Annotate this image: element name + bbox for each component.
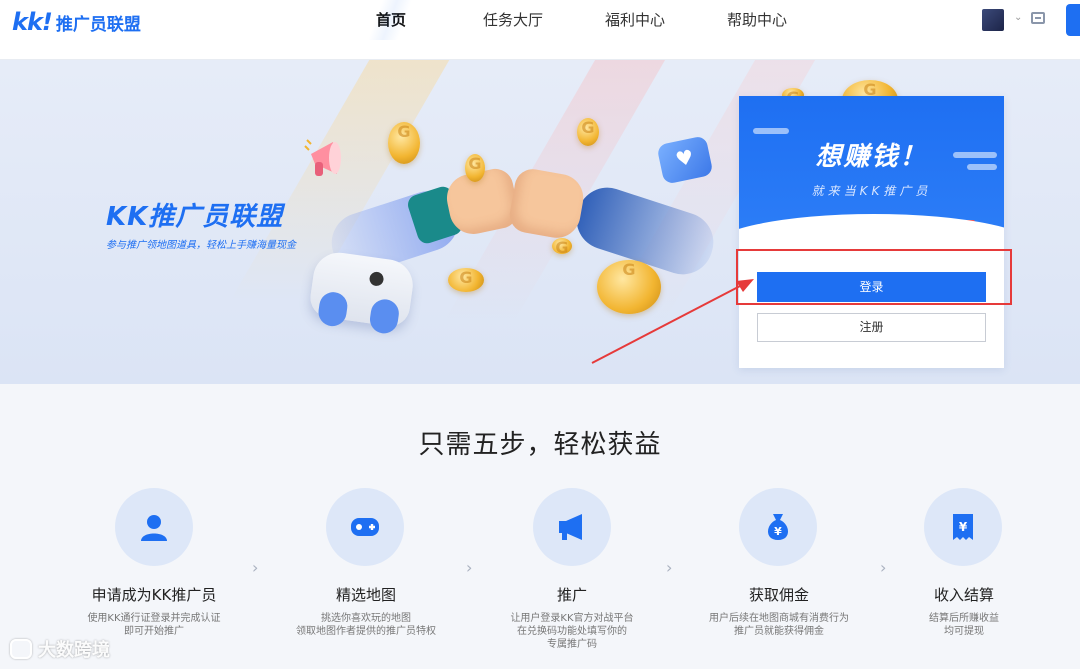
user-icon bbox=[141, 515, 167, 541]
top-header: kk! 推广员联盟 首页 任务大厅 福利中心 帮助中心 ⌄ bbox=[0, 0, 1080, 60]
step-description: 用户后续在地图商城有消费行为 推广员就能获得佣金 bbox=[689, 612, 869, 638]
banner-title: KK推广员联盟 bbox=[106, 202, 284, 232]
coin-icon bbox=[448, 268, 484, 292]
step-description: 使用KK通行证登录并完成认证 即可开始推广 bbox=[64, 612, 244, 638]
watermark-text: 大数跨境 bbox=[38, 640, 110, 661]
step-desc-line: 专属推广码 bbox=[547, 639, 597, 650]
megaphone-icon bbox=[304, 139, 341, 176]
login-card-subtitle: 就来当KK推广员 bbox=[811, 184, 932, 198]
login-card-title: 想赚钱！ bbox=[815, 142, 928, 172]
coin-icon bbox=[597, 260, 661, 314]
message-icon[interactable] bbox=[1031, 12, 1045, 24]
gamepad-icon bbox=[351, 518, 379, 536]
banner-subtitle: 参与推广领地图道具，轻松上手赚海量现金 bbox=[106, 240, 296, 251]
step-desc-line: 使用KK通行证登录并完成认证 bbox=[87, 613, 221, 624]
step-description: 挑选你喜欢玩的地图 领取地图作者提供的推广员特权 bbox=[276, 612, 456, 638]
chevron-right-icon: › bbox=[666, 558, 673, 577]
watermark: 大数跨境 bbox=[10, 636, 110, 662]
chevron-down-icon[interactable]: ⌄ bbox=[1014, 12, 1022, 23]
nav-home[interactable]: 首页 bbox=[330, 0, 452, 40]
step-desc-line: 挑选你喜欢玩的地图 bbox=[321, 613, 411, 624]
register-button[interactable]: 注册 bbox=[757, 313, 986, 342]
site-logo[interactable]: kk! 推广员联盟 bbox=[12, 8, 141, 36]
chevron-right-icon: › bbox=[252, 558, 259, 577]
gift-box-icon bbox=[915, 226, 937, 242]
login-card-header: 想赚钱！ 就来当KK推广员 bbox=[739, 96, 1004, 244]
side-tab-button[interactable] bbox=[1066, 4, 1080, 36]
megaphone-icon bbox=[559, 514, 582, 540]
svg-text:¥: ¥ bbox=[774, 525, 782, 538]
step-title: 申请成为KK推广员 bbox=[91, 586, 217, 604]
step-title: 收入结算 bbox=[933, 586, 994, 604]
nav-help-center[interactable]: 帮助中心 bbox=[696, 0, 818, 40]
nav-task-hall[interactable]: 任务大厅 bbox=[452, 0, 574, 40]
step-desc-line: 让用户登录KK官方对战平台 bbox=[510, 613, 634, 624]
step-desc-line: 结算后所赚收益 bbox=[929, 613, 999, 624]
annotation-highlight-box bbox=[736, 249, 1012, 305]
money-bag-icon: ¥ bbox=[768, 514, 788, 540]
chevron-right-icon: › bbox=[466, 558, 473, 577]
logo-text: 推广员联盟 bbox=[55, 14, 141, 35]
coin-icon bbox=[465, 154, 485, 182]
cloud-decoration bbox=[753, 128, 789, 134]
step-description: 让用户登录KK官方对战平台 在兑换码功能处填写你的 专属推广码 bbox=[482, 612, 662, 651]
step-desc-line: 在兑换码功能处填写你的 bbox=[517, 626, 627, 637]
gamepad-dpad bbox=[368, 271, 385, 287]
chevron-right-icon: › bbox=[880, 558, 887, 577]
step-desc-line: 用户后续在地图商城有消费行为 bbox=[709, 613, 849, 624]
logo-mark: kk! bbox=[12, 8, 53, 36]
step-title: 获取佣金 bbox=[748, 586, 809, 604]
step-title: 推广 bbox=[556, 586, 587, 604]
step-description: 结算后所赚收益 均可提现 bbox=[874, 612, 1054, 638]
main-nav: 首页 任务大厅 福利中心 帮助中心 bbox=[330, 0, 818, 60]
nav-welfare-center[interactable]: 福利中心 bbox=[574, 0, 696, 40]
step-desc-line: 领取地图作者提供的推广员特权 bbox=[296, 626, 436, 637]
receipt-icon: ¥ bbox=[953, 514, 973, 540]
step-desc-line: 均可提现 bbox=[944, 626, 984, 637]
coin-icon bbox=[388, 122, 420, 164]
steps-section-title: 只需五步，轻松获益 bbox=[418, 430, 662, 460]
watermark-logo-icon bbox=[10, 639, 32, 659]
step-desc-line: 推广员就能获得佣金 bbox=[734, 626, 824, 637]
gift-box-icon bbox=[945, 220, 975, 240]
avatar[interactable] bbox=[982, 9, 1004, 31]
coin-icon bbox=[577, 118, 599, 146]
coin-icon bbox=[552, 238, 572, 254]
step-title: 精选地图 bbox=[335, 586, 396, 604]
svg-text:¥: ¥ bbox=[959, 520, 968, 534]
